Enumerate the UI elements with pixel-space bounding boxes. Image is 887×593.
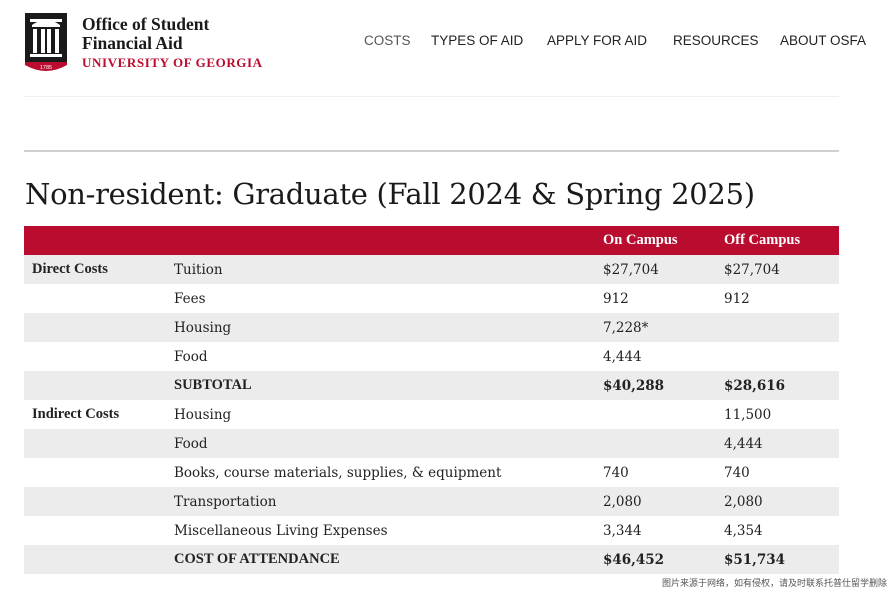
row-on-campus: 912 — [603, 290, 629, 307]
row-off-campus: 11,500 — [724, 406, 772, 423]
row-on-campus: 3,344 — [603, 522, 642, 539]
row-group — [24, 342, 166, 371]
table-row: Books, course materials, supplies, & equ… — [24, 458, 839, 487]
table-row: Miscellaneous Living Expenses 3,344 4,35… — [24, 516, 839, 545]
row-group — [24, 545, 166, 574]
row-on-campus — [595, 429, 716, 458]
row-on-campus: 2,080 — [603, 493, 642, 510]
row-on-campus: $27,704 — [603, 261, 659, 278]
header-off-campus: Off Campus — [724, 232, 801, 248]
row-group — [24, 458, 166, 487]
row-off-campus: 4,354 — [724, 522, 763, 539]
total-row: COST OF ATTENDANCE $46,452 $51,734 — [24, 545, 839, 574]
org-name-line1: Office of Student — [82, 14, 210, 34]
row-group — [24, 313, 166, 342]
nav-about-osfa[interactable]: ABOUT OSFA — [780, 33, 866, 48]
row-item: Food — [174, 348, 208, 365]
row-on-campus: 7,228* — [603, 319, 649, 336]
row-item: Books, course materials, supplies, & equ… — [174, 464, 502, 481]
site-header: 1785 Office of Student Financial Aid UNI… — [0, 0, 887, 96]
row-on-campus — [595, 400, 716, 429]
row-off-campus: 2,080 — [724, 493, 763, 510]
row-group: Indirect Costs — [32, 406, 120, 422]
total-label: COST OF ATTENDANCE — [174, 551, 340, 567]
subtotal-off-campus: $28,616 — [724, 377, 786, 394]
header-cell-item — [166, 226, 595, 255]
total-on-campus: $46,452 — [603, 551, 665, 568]
table-row: Direct Costs Tuition $27,704 $27,704 — [24, 255, 839, 284]
row-off-campus: 4,444 — [724, 435, 763, 452]
image-source-watermark: 图片来源于网络，如有侵权，请及时联系托普仕留学删除 — [661, 579, 887, 589]
subtotal-on-campus: $40,288 — [603, 377, 665, 394]
total-off-campus: $51,734 — [724, 551, 786, 568]
nav-apply-for-aid[interactable]: APPLY FOR AID — [547, 33, 647, 48]
table-row: Transportation 2,080 2,080 — [24, 487, 839, 516]
header-cell-group — [24, 226, 166, 255]
cost-of-attendance-table: On Campus Off Campus Direct Costs Tuitio… — [24, 226, 839, 574]
row-item: Housing — [174, 406, 232, 423]
header-on-campus: On Campus — [603, 232, 678, 248]
table-row: Indirect Costs Housing 11,500 — [24, 400, 839, 429]
table-row: Food 4,444 — [24, 342, 839, 371]
row-item: Food — [174, 435, 208, 452]
row-off-campus — [716, 313, 839, 342]
page-title: Non-resident: Graduate (Fall 2024 & Spri… — [25, 177, 755, 211]
row-item: Housing — [174, 319, 232, 336]
nav-types-of-aid[interactable]: TYPES OF AID — [431, 33, 523, 48]
university-name[interactable]: UNIVERSITY OF GEORGIA — [82, 55, 263, 71]
row-group — [24, 371, 166, 400]
row-off-campus: 912 — [724, 290, 750, 307]
row-group — [24, 516, 166, 545]
row-group — [24, 429, 166, 458]
main-nav: COSTS TYPES OF AID APPLY FOR AID RESOURC… — [0, 33, 887, 51]
row-group — [24, 284, 166, 313]
table-row: Fees 912 912 — [24, 284, 839, 313]
row-on-campus: 740 — [603, 464, 629, 481]
header-divider — [24, 96, 839, 97]
row-group — [24, 487, 166, 516]
row-on-campus: 4,444 — [603, 348, 642, 365]
row-item: Transportation — [174, 493, 277, 510]
row-off-campus: 740 — [724, 464, 750, 481]
row-item: Tuition — [174, 261, 223, 278]
nav-costs[interactable]: COSTS — [364, 33, 411, 48]
table-row: Food 4,444 — [24, 429, 839, 458]
row-off-campus — [716, 342, 839, 371]
row-item: Fees — [174, 290, 206, 307]
nav-resources[interactable]: RESOURCES — [673, 33, 759, 48]
content-divider — [24, 150, 839, 152]
table-header-row: On Campus Off Campus — [24, 226, 839, 255]
row-group: Direct Costs — [32, 261, 108, 277]
subtotal-row: SUBTOTAL $40,288 $28,616 — [24, 371, 839, 400]
row-off-campus: $27,704 — [724, 261, 780, 278]
row-item: Miscellaneous Living Expenses — [174, 522, 388, 539]
subtotal-label: SUBTOTAL — [174, 377, 252, 393]
logo-year: 1785 — [40, 65, 52, 71]
table-row: Housing 7,228* — [24, 313, 839, 342]
